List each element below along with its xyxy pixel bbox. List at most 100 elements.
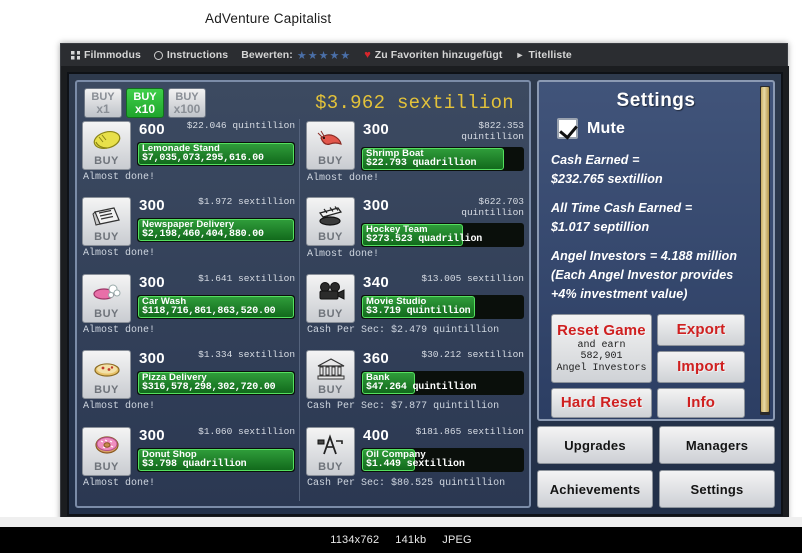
business-card: BUY 300 $822.353 quintillion Shrimp Boat… [306,119,524,195]
play-icon: ► [515,49,525,60]
hard-reset-button[interactable]: Hard Reset [551,387,652,418]
import-button[interactable]: Import [657,350,745,383]
business-count: 360 [363,350,389,368]
business-status: Almost done! [307,172,380,184]
business-card: BUY 300 $622.703 quintillion Hockey Team… [306,195,524,271]
business-status: Cash Per Sec: $80.525 quintillion [307,477,506,489]
business-cost: $181.865 sextillion [415,425,524,437]
angel-line-1: Angel Investors = 4.188 million [551,248,738,263]
toolbar-item-rating[interactable]: Bewerten: ★★★★★ [241,49,351,62]
shrimp-icon [307,123,354,156]
reset-game-sub-line1: and earn 582,901 [577,339,626,363]
business-revenue: $273.523 quadrillion [366,234,483,246]
bank-icon [307,352,354,385]
buy-button-donut-shop[interactable]: BUY [82,426,131,476]
nav-button-settings[interactable]: Settings [659,470,775,508]
business-count: 340 [363,273,389,291]
buy-button-hockey-team[interactable]: BUY [306,197,356,247]
business-status: Almost done! [83,172,156,183]
buy-button-newspaper-delivery[interactable]: BUY [82,197,131,247]
stat-all-time-cash: All Time Cash Earned = $1.017 septillion [551,199,761,238]
buy-label: BUY [318,231,343,244]
business-count: 400 [363,426,389,444]
business-columns: BUY 600 $22.046 quintillion Lemonade Sta… [82,119,524,501]
business-revenue: $47.264 quintillion [366,382,477,394]
buy-multiplier-group: BUY x1 BUY x10 BUY x100 [84,88,206,118]
business-status: Almost done! [83,324,156,336]
toolbar-item-filmmodus[interactable]: Filmmodus [71,49,141,61]
business-progress-bar[interactable]: Hockey Team $273.523 quadrillion [361,223,524,248]
toolbar-item-instructions[interactable]: Instructions [153,49,229,61]
buy-x100-button[interactable]: BUY x100 [168,88,206,118]
reset-game-label: Reset Game [557,321,646,339]
business-status: Cash Per Sec: $2.479 quintillion [307,324,500,336]
angel-line-3: +4% investment value) [551,287,688,302]
buy-label: BUY [318,460,343,473]
buy-label: BUY [318,155,343,167]
buy-label: BUY [318,384,343,397]
business-progress-bar[interactable]: Pizza Delivery $316,578,298,302,720.00 [137,371,296,396]
business-card: BUY 300 $1.972 sextillion Newspaper Deli… [82,195,296,271]
buy-button-movie-studio[interactable]: BUY [306,273,356,323]
business-progress-bar[interactable]: Bank $47.264 quintillion [361,371,524,396]
buy-x100-line1: BUY [175,90,199,103]
export-button[interactable]: Export [657,313,745,346]
buy-label: BUY [94,460,119,473]
nav-button-group: Upgrades Managers Achievements Settings [537,426,775,508]
mute-label: Mute [587,119,626,137]
car-wash-icon [83,276,130,309]
business-status: Almost done! [83,401,156,413]
business-progress-bar[interactable]: Shrimp Boat $22.793 quadrillion [361,146,524,171]
mute-checkbox[interactable] [557,118,578,139]
buy-x1-button[interactable]: BUY x1 [84,88,122,118]
import-label: Import [677,358,725,376]
business-card: BUY 300 $1.060 sextillion Donut Shop $3.… [82,425,296,501]
settings-button-group: Reset Game and earn 582,901 Angel Invest… [551,313,761,418]
settings-scrollbar[interactable] [760,86,770,415]
stat-cash-earned-label: Cash Earned = [551,153,640,167]
info-button[interactable]: Info [657,387,745,418]
buy-x10-button[interactable]: BUY x10 [126,88,164,118]
business-column-right: BUY 300 $822.353 quintillion Shrimp Boat… [306,119,524,501]
buy-button-lemonade-stand[interactable]: BUY [82,121,131,170]
business-count: 300 [139,426,165,444]
business-progress-bar[interactable]: Newspaper Delivery $2,198,460,404,880.00 [137,218,296,243]
business-progress-bar[interactable]: Movie Studio $3.719 quintillion [361,294,524,319]
buy-button-oil-company[interactable]: BUY [306,426,356,476]
business-progress-bar[interactable]: Car Wash $118,716,861,863,520.00 [137,294,296,319]
business-cost: $822.353 quintillion [461,120,524,142]
business-panel: BUY x1 BUY x10 BUY x100 $3.962 sextillio… [75,80,531,508]
stat-cash-earned: Cash Earned = $232.765 sextillion [551,151,761,190]
business-progress-bar[interactable]: Lemonade Stand $7,035,073,295,616.00 [137,142,296,166]
rating-stars[interactable]: ★★★★★ [297,49,351,62]
business-card: BUY 360 $30.212 sextillion Bank $47.264 … [306,348,524,424]
nav-button-managers[interactable]: Managers [659,426,775,464]
reset-game-button[interactable]: Reset Game and earn 582,901 Angel Invest… [551,313,652,383]
page-root: AdVenture Capitalist Filmmodus Instructi… [0,0,802,553]
buy-button-bank[interactable]: BUY [306,350,356,400]
buy-x1-line2: x1 [96,101,110,116]
business-card: BUY 300 $1.334 sextillion Pizza Delivery… [82,348,296,424]
buy-button-pizza-delivery[interactable]: BUY [82,350,131,400]
buy-button-shrimp-boat[interactable]: BUY [306,121,356,170]
nav-button-achievements[interactable]: Achievements [537,470,653,508]
buy-button-car-wash[interactable]: BUY [82,273,131,323]
toolbar-item-favorite[interactable]: ♥ Zu Favoriten hinzugefügt [364,49,502,61]
toolbar-label-instructions: Instructions [166,49,229,61]
business-revenue: $2,198,460,404,880.00 [142,229,264,241]
business-progress-bar[interactable]: Donut Shop $3.798 quadrillion [137,447,296,472]
settings-scrollbar-thumb[interactable] [761,87,769,412]
business-count: 300 [139,197,165,215]
business-card: BUY 300 $1.641 sextillion Car Wash $118,… [82,272,296,348]
page-title-bar: AdVenture Capitalist [0,0,802,36]
business-revenue: $7,035,073,295,616.00 [142,152,264,164]
mute-row[interactable]: Mute [557,118,761,139]
game-stage: BUY x1 BUY x10 BUY x100 $3.962 sextillio… [61,66,789,524]
toolbar-label-rating: Bewerten: [241,49,293,61]
nav-button-upgrades[interactable]: Upgrades [537,426,653,464]
total-cash-display: $3.962 sextillion [315,92,514,114]
business-revenue: $3.798 quadrillion [142,458,247,470]
stat-all-time-cash-label: All Time Cash Earned = [551,200,693,215]
business-progress-bar[interactable]: Oil Company $1.449 sextillion [361,447,524,472]
toolbar-item-titleliste[interactable]: ► Titelliste [516,49,572,61]
